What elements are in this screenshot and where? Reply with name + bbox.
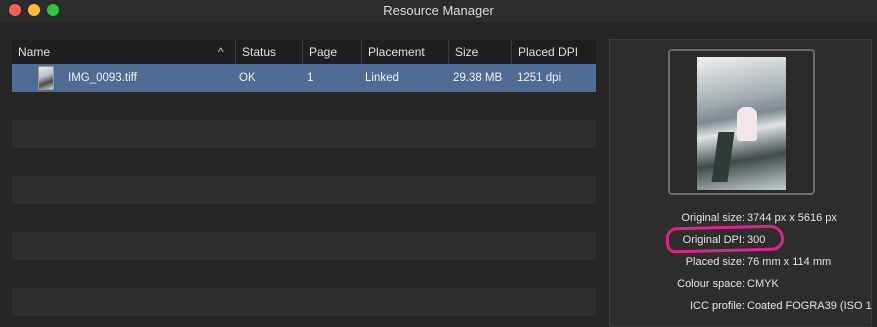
icc-profile-value: Coated FOGRA39 (ISO 1 xyxy=(747,300,872,312)
image-thumbnail-icon xyxy=(38,66,54,90)
placed-size-value: 76 mm x 114 mm xyxy=(747,256,832,268)
cell-placement: Linked xyxy=(365,72,399,84)
colour-space-value: CMYK xyxy=(747,278,779,290)
preview-sign-shape xyxy=(711,132,735,182)
column-header-page[interactable]: Page xyxy=(302,40,361,64)
empty-row xyxy=(12,148,596,176)
highlight-annotation xyxy=(665,224,785,254)
empty-row xyxy=(12,92,596,120)
placed-size-row: Placed size: 76 mm x 114 mm xyxy=(610,256,873,274)
cell-placed-dpi: 1251 dpi xyxy=(517,72,562,84)
icc-profile-label: ICC profile: xyxy=(689,300,745,312)
empty-row xyxy=(12,288,596,316)
preview-figure-shape xyxy=(737,107,757,141)
column-header-placed-dpi[interactable]: Placed DPI xyxy=(511,40,596,64)
title-bar: Resource Manager xyxy=(0,0,877,22)
window-title: Resource Manager xyxy=(383,3,494,18)
column-header-status[interactable]: Status xyxy=(235,40,302,64)
column-header-name-label: Name xyxy=(18,45,51,59)
details-panel: Original size: 3744 px x 5616 px Origina… xyxy=(609,39,872,327)
placed-size-label: Placed size: xyxy=(685,256,745,268)
cell-page: 1 xyxy=(307,72,314,84)
image-preview xyxy=(697,57,786,190)
empty-row xyxy=(12,260,596,288)
column-header-name[interactable]: Name xyxy=(12,40,234,64)
cell-size: 29.38 MB xyxy=(453,72,503,84)
empty-row xyxy=(12,176,596,204)
original-size-label: Original size: xyxy=(681,212,745,224)
resource-table: Name ^ Status Page Placement Size Placed… xyxy=(12,40,596,327)
cell-status: OK xyxy=(239,72,256,84)
table-header: Name ^ Status Page Placement Size Placed… xyxy=(12,40,596,64)
column-header-placement[interactable]: Placement xyxy=(361,40,449,64)
empty-row xyxy=(12,120,596,148)
sort-ascending-icon[interactable]: ^ xyxy=(218,40,224,64)
colour-space-row: Colour space: CMYK xyxy=(610,278,873,296)
empty-row xyxy=(12,204,596,232)
cell-name: IMG_0093.tiff xyxy=(68,72,137,84)
column-header-size[interactable]: Size xyxy=(448,40,511,64)
icc-profile-row: ICC profile: Coated FOGRA39 (ISO 1 xyxy=(610,300,873,318)
table-row[interactable]: IMG_0093.tiff OK 1 Linked 29.38 MB 1251 … xyxy=(12,64,596,92)
empty-row xyxy=(12,232,596,260)
original-size-value: 3744 px x 5616 px xyxy=(747,212,837,224)
preview-frame xyxy=(668,49,815,195)
colour-space-label: Colour space: xyxy=(677,278,745,290)
